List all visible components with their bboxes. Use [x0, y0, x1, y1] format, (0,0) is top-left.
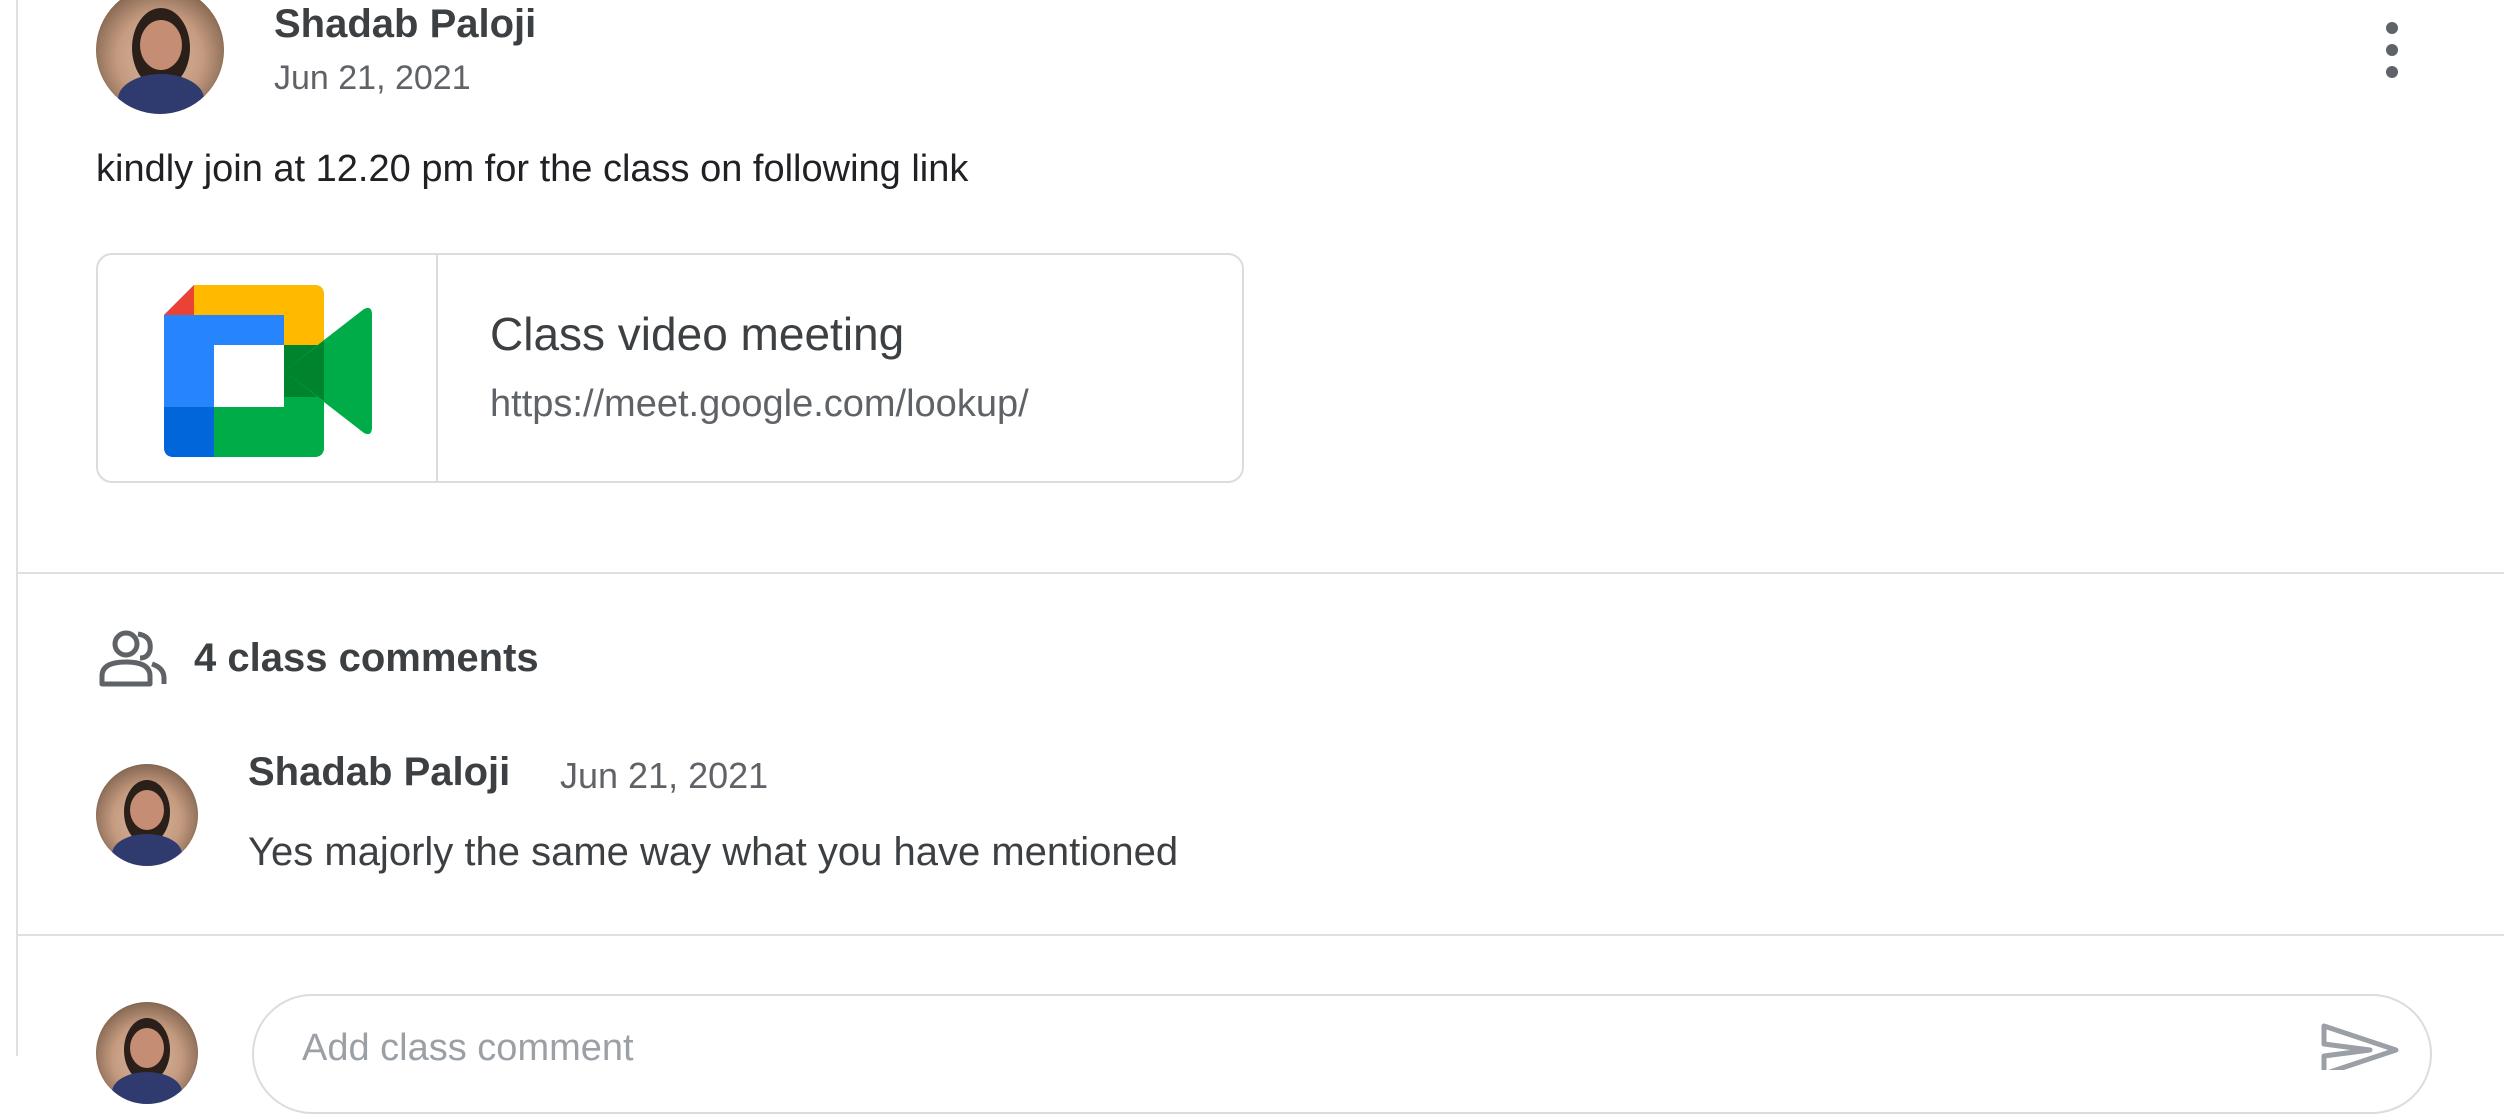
- comment-date: Jun 21, 2021: [560, 755, 769, 796]
- post-date: Jun 21, 2021: [274, 59, 471, 97]
- stream-card-border: [16, 0, 18, 1056]
- class-comments-count: 4 class comments: [194, 635, 539, 680]
- more-vert-icon[interactable]: [2372, 18, 2412, 82]
- attachment-thumbnail: [98, 255, 438, 481]
- add-comment-input[interactable]: [300, 1022, 2204, 1074]
- attachment-title: Class video meeting: [490, 308, 905, 360]
- comments-compose-divider: [18, 934, 2504, 936]
- meet-link-attachment[interactable]: Class video meeting https://meet.google.…: [96, 253, 1244, 483]
- comment-author-name: Shadab Paloji: [248, 750, 511, 794]
- post-author-name: Shadab Paloji: [274, 2, 537, 46]
- class-comments-toggle[interactable]: 4 class comments: [96, 628, 539, 688]
- comment-text: Yes majorly the same way what you have m…: [248, 830, 1179, 874]
- people-icon: [99, 630, 167, 687]
- post-body-text: kindly join at 12.20 pm for the class on…: [96, 148, 969, 190]
- attachment-link[interactable]: https://meet.google.com/lookup/: [490, 381, 1166, 427]
- post-comments-divider: [18, 572, 2504, 574]
- send-icon[interactable]: [2320, 1020, 2400, 1070]
- add-comment-field[interactable]: [252, 994, 2432, 1114]
- google-meet-icon: [164, 285, 372, 457]
- current-user-avatar: [96, 1002, 198, 1104]
- post-author-avatar[interactable]: [96, 0, 224, 114]
- comment-author-avatar[interactable]: [96, 764, 198, 866]
